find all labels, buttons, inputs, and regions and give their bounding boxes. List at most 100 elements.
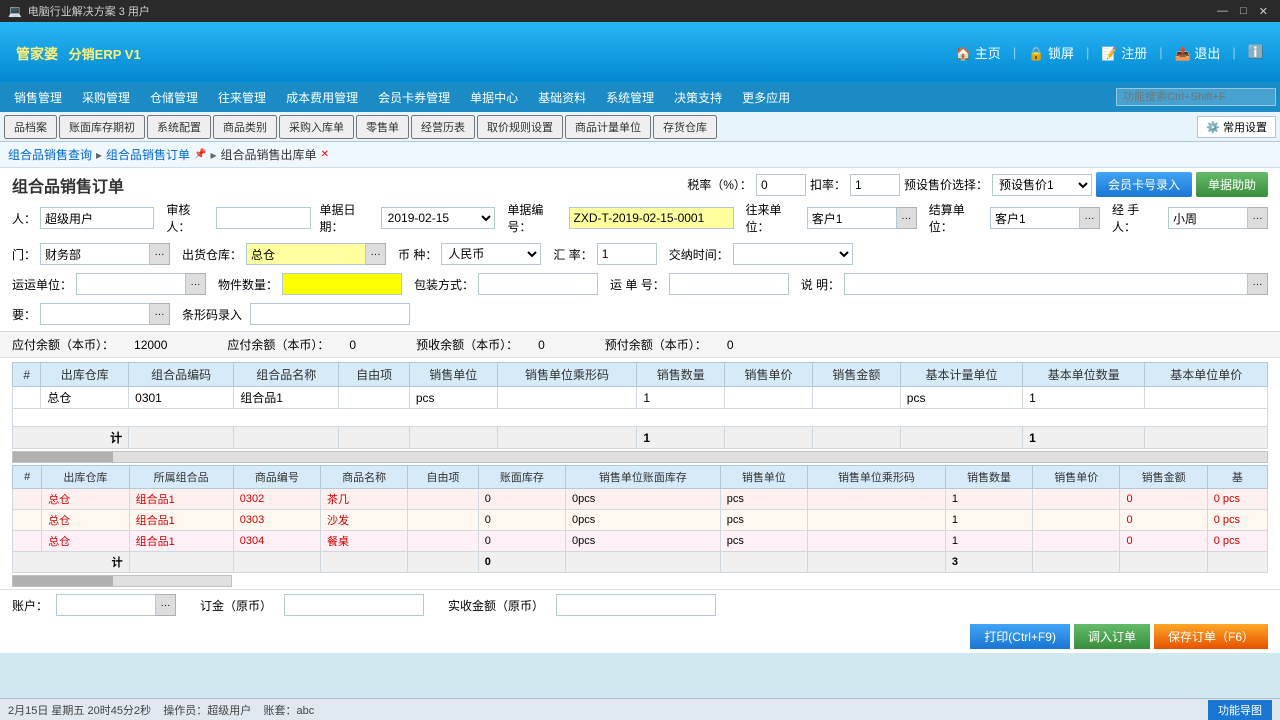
exchange-input[interactable] (597, 243, 657, 265)
info-link[interactable]: ℹ️ (1248, 44, 1264, 60)
window-controls[interactable]: — □ ✕ (1213, 5, 1272, 18)
shipping-unit-btn[interactable]: ··· (186, 273, 206, 295)
sub-cell-barcode (808, 489, 946, 510)
col-no: # (13, 363, 41, 387)
menu-decision[interactable]: 决策支持 (664, 82, 732, 112)
sub-col-amount: 销售金额 (1120, 466, 1207, 489)
main-table-scrollbar[interactable] (12, 451, 1268, 463)
sub-table-container: # 出库仓库 所属组合品 商品编号 商品名称 自由项 账面库存 销售单位账面库存… (0, 465, 1280, 573)
account-btn[interactable]: ··· (156, 594, 176, 616)
page-title: 组合品销售订单 (12, 173, 124, 197)
status-account: 账套：abc (264, 705, 315, 717)
dept-btn[interactable]: ··· (150, 243, 170, 265)
order-deposit-input[interactable] (284, 594, 424, 616)
settle-input[interactable] (990, 207, 1080, 229)
txtime-select[interactable] (733, 243, 853, 265)
save-button[interactable]: 保存订单（F6） (1154, 624, 1268, 649)
cell-base-qty: 1 (1023, 387, 1145, 409)
sub-table-row[interactable]: 总仓 组合品1 0302 茶几 0 0pcs pcs 1 0 0 pcs (13, 489, 1268, 510)
tax-rate-input[interactable] (756, 174, 806, 196)
function-search-input[interactable] (1116, 88, 1276, 106)
discount-input[interactable] (850, 174, 900, 196)
date-select[interactable]: 2019-02-15 (381, 207, 496, 229)
menu-basic[interactable]: 基础资料 (528, 82, 596, 112)
close-button[interactable]: ✕ (1255, 5, 1272, 18)
toolbar-price-rule[interactable]: 取价规则设置 (477, 115, 563, 139)
toolbar-purchase-in[interactable]: 采购入库单 (279, 115, 354, 139)
toolbar-product-category[interactable]: 商品类别 (213, 115, 277, 139)
actual-amount-input[interactable] (556, 594, 716, 616)
form-label-taxrate: 税率（%）： (687, 176, 752, 193)
note-input[interactable] (844, 273, 1248, 295)
dept-input[interactable] (40, 243, 150, 265)
handler-input[interactable] (1168, 207, 1248, 229)
sub-table-row[interactable]: 总仓 组合品1 0304 餐桌 0 0pcs pcs 1 0 0 pcs (13, 531, 1268, 552)
toolbar-stock-init[interactable]: 账面库存期初 (59, 115, 145, 139)
reviewer-input[interactable] (216, 207, 311, 229)
sub-col-free: 自由项 (408, 466, 478, 489)
parts-count-input[interactable] (282, 273, 402, 295)
toolbar-measure[interactable]: 商品计量单位 (565, 115, 651, 139)
warehouse-input[interactable] (246, 243, 366, 265)
register-link[interactable]: 📝 注册 (1101, 43, 1147, 62)
currency-select[interactable]: 人民币 (441, 243, 541, 265)
total-row: 计 1 1 (13, 427, 1268, 449)
print-button[interactable]: 打印(Ctrl+F9) (970, 624, 1070, 649)
order-no-input[interactable] (569, 207, 734, 229)
toolbar-warehouse[interactable]: 存货仓库 (653, 115, 717, 139)
lock-link[interactable]: 🔒 锁屏 (1028, 43, 1074, 62)
import-button[interactable]: 调入订单 (1074, 624, 1150, 649)
breadcrumb-order[interactable]: 组合品销售订单 (106, 146, 190, 163)
to-unit-input[interactable] (807, 207, 897, 229)
required-input[interactable] (40, 303, 150, 325)
menu-purchase[interactable]: 采购管理 (72, 82, 140, 112)
sub-table-row[interactable]: 总仓 组合品1 0303 沙发 0 0pcs pcs 1 0 0 pcs (13, 510, 1268, 531)
menu-voucher[interactable]: 单据中心 (460, 82, 528, 112)
breadcrumb-close-icon[interactable]: ✕ (321, 149, 329, 160)
menu-sales[interactable]: 销售管理 (4, 82, 72, 112)
toolbar-sys-config[interactable]: 系统配置 (147, 115, 211, 139)
package-input[interactable] (478, 273, 598, 295)
account-input[interactable] (56, 594, 156, 616)
help-button[interactable]: 单据助助 (1196, 172, 1268, 197)
label-advance: 预付余额（本币）： (605, 336, 707, 353)
barcode-input[interactable] (250, 303, 410, 325)
menu-more[interactable]: 更多应用 (732, 82, 800, 112)
settings-button[interactable]: ⚙️ 常用设置 (1197, 116, 1276, 138)
col-price: 销售单价 (725, 363, 813, 387)
label-payable: 应付余额（本币）： (12, 336, 114, 353)
note-btn[interactable]: ··· (1248, 273, 1268, 295)
minimize-button[interactable]: — (1213, 5, 1232, 18)
toolbar-history[interactable]: 经营历表 (411, 115, 475, 139)
person-input[interactable] (40, 207, 154, 229)
bottom-buttons: 打印(Ctrl+F9) 调入订单 保存订单（F6） (0, 620, 1280, 653)
maximize-button[interactable]: □ (1236, 5, 1251, 18)
menu-bar: 销售管理 采购管理 仓储管理 往来管理 成本费用管理 会员卡券管理 单据中心 基… (0, 82, 1280, 112)
cell-base-unit: pcs (900, 387, 1022, 409)
to-unit-btn[interactable]: ··· (897, 207, 917, 229)
shipping-no-input[interactable] (669, 273, 789, 295)
menu-transactions[interactable]: 往来管理 (208, 82, 276, 112)
member-card-button[interactable]: 会员卡号录入 (1096, 172, 1192, 197)
warehouse-btn[interactable]: ··· (366, 243, 386, 265)
menu-cost[interactable]: 成本费用管理 (276, 82, 368, 112)
required-btn[interactable]: ··· (150, 303, 170, 325)
table-row[interactable]: 总仓 0301 组合品1 pcs 1 pcs 1 (13, 387, 1268, 409)
breadcrumb-query[interactable]: 组合品销售查询 (8, 146, 92, 163)
settle-btn[interactable]: ··· (1080, 207, 1100, 229)
sub-table-scrollbar[interactable] (12, 575, 232, 587)
help-map-button[interactable]: 功能导图 (1208, 700, 1272, 720)
shipping-unit-input[interactable] (76, 273, 186, 295)
toolbar-retail[interactable]: 零售单 (356, 115, 409, 139)
home-link[interactable]: 🏠 主页 (955, 43, 1001, 62)
empty-row[interactable] (13, 409, 1268, 427)
toolbar-product-file[interactable]: 品档案 (4, 115, 57, 139)
price-select[interactable]: 预设售价1 (992, 174, 1092, 196)
sub-cell-base: 0 pcs (1207, 489, 1267, 510)
menu-member[interactable]: 会员卡券管理 (368, 82, 460, 112)
menu-warehouse[interactable]: 仓储管理 (140, 82, 208, 112)
logout-link[interactable]: 📤 退出 (1175, 43, 1221, 62)
sub-cell-base: 0 pcs (1207, 531, 1267, 552)
menu-system[interactable]: 系统管理 (596, 82, 664, 112)
handler-btn[interactable]: ··· (1248, 207, 1268, 229)
